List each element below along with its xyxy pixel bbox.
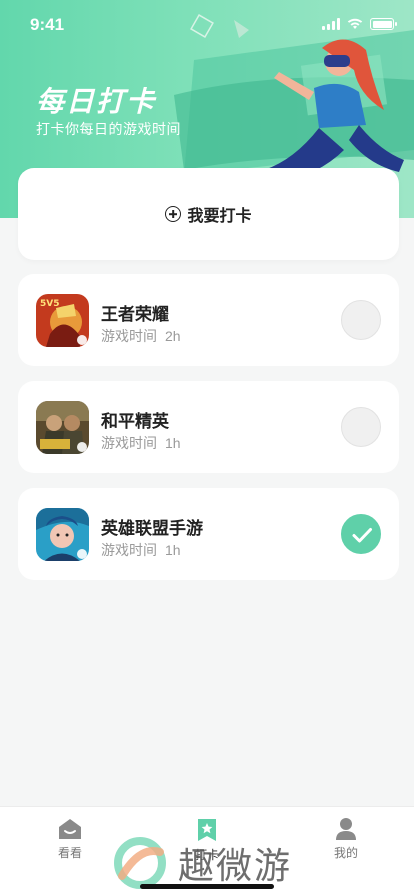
checkin-toggle[interactable]	[341, 300, 381, 340]
game-card-lol-wild-rift[interactable]: 英雄联盟手游 游戏时间 1h	[18, 488, 399, 580]
checkmark-icon	[352, 528, 372, 543]
watermark: 趣微游	[112, 836, 292, 890]
wifi-icon	[347, 18, 363, 29]
game-time: 游戏时间 1h	[101, 542, 181, 558]
status-time: 9:41	[30, 15, 65, 34]
svg-text:5V5: 5V5	[40, 299, 60, 309]
house-icon	[59, 819, 81, 839]
watermark-text: 趣微游	[178, 846, 293, 887]
game-card-honor-of-kings[interactable]: 5V5 王者荣耀 游戏时间 2h	[18, 274, 399, 366]
game-name: 王者荣耀	[101, 305, 169, 324]
signal-icon	[322, 18, 340, 30]
lol-wild-rift-icon	[36, 508, 89, 561]
tab-label: 我的	[333, 846, 358, 860]
battery-icon	[370, 18, 397, 30]
page-subtitle: 打卡你每日的游戏时间	[36, 121, 181, 137]
game-list: 5V5 王者荣耀 游戏时间 2h 和平精英 游戏时间 1h 英雄联盟手游 游戏时…	[18, 274, 399, 595]
game-name: 英雄联盟手游	[101, 519, 203, 538]
game-for-peace-icon	[36, 401, 89, 454]
person-icon	[336, 818, 356, 840]
checkin-button[interactable]: 我要打卡	[18, 168, 399, 260]
tab-label: 看看	[57, 846, 82, 860]
checkin-toggle-checked[interactable]	[341, 514, 381, 554]
checkin-button-label: 我要打卡	[187, 208, 252, 225]
status-icons	[322, 18, 397, 30]
tab-mine[interactable]: 我的	[306, 817, 386, 861]
plus-circle-icon	[165, 206, 182, 222]
game-time: 游戏时间 2h	[101, 328, 181, 344]
tab-watch[interactable]: 看看	[30, 817, 110, 861]
watermark-logo	[114, 837, 166, 889]
honor-of-kings-icon: 5V5	[36, 294, 89, 347]
game-name: 和平精英	[101, 412, 169, 431]
home-indicator	[140, 884, 274, 889]
game-time: 游戏时间 1h	[101, 435, 181, 451]
game-card-game-for-peace[interactable]: 和平精英 游戏时间 1h	[18, 381, 399, 473]
page-title: 每日打卡	[36, 86, 157, 117]
checkin-toggle[interactable]	[341, 407, 381, 447]
status-bar: 9:41	[0, 0, 414, 48]
